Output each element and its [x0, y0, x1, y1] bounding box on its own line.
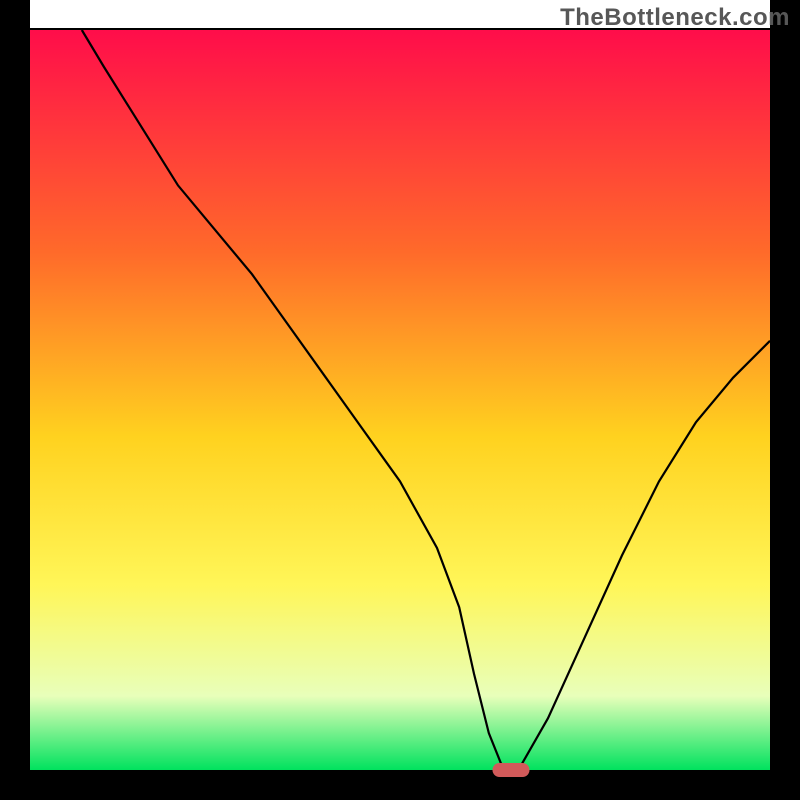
frame-right — [770, 0, 800, 800]
chart-container: TheBottleneck.com — [0, 0, 800, 800]
optimal-marker — [493, 763, 530, 777]
chart-background — [30, 30, 770, 770]
frame-left — [0, 0, 30, 800]
plot-area — [0, 0, 800, 800]
frame-bottom — [0, 770, 800, 800]
watermark-text: TheBottleneck.com — [560, 4, 790, 32]
bottleneck-chart — [0, 0, 800, 800]
